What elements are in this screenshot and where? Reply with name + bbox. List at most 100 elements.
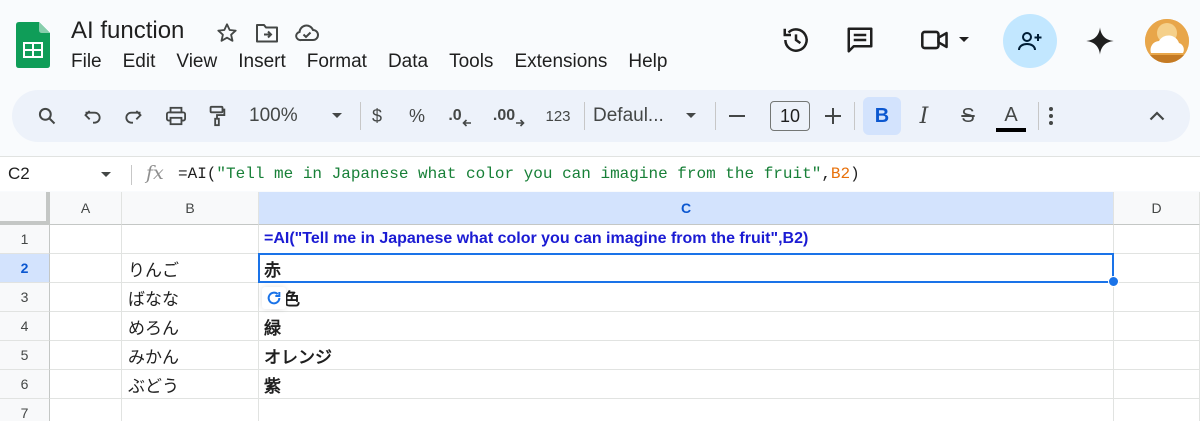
search-menus-icon[interactable] xyxy=(32,90,62,142)
cell-c7[interactable] xyxy=(259,399,1114,421)
menu-tools[interactable]: Tools xyxy=(449,51,493,73)
cell-a6[interactable] xyxy=(50,370,122,399)
increase-decimal-button[interactable]: .00 xyxy=(490,90,528,142)
formula-bar-divider xyxy=(131,165,132,185)
spreadsheet-grid: A B C D 1 2 3 4 5 6 7 =AI("Tell me in Ja… xyxy=(0,192,1200,421)
row-header-1[interactable]: 1 xyxy=(0,225,50,254)
decrease-decimal-button[interactable]: .0 xyxy=(444,90,476,142)
menu-data[interactable]: Data xyxy=(388,51,428,73)
chevron-down-icon[interactable] xyxy=(100,171,112,179)
cell-d4[interactable] xyxy=(1114,312,1200,341)
cell-a4[interactable] xyxy=(50,312,122,341)
currency-format-button[interactable]: $ xyxy=(365,90,389,142)
toolbar-divider xyxy=(584,102,585,130)
chevron-down-icon xyxy=(686,113,696,118)
cell-c6[interactable]: 紫 xyxy=(259,370,1114,399)
menu-help[interactable]: Help xyxy=(628,51,667,73)
formula-input[interactable]: =AI("Tell me in Japanese what color you … xyxy=(178,165,860,183)
decrease-font-size-icon[interactable] xyxy=(726,90,748,142)
font-family-select[interactable]: Defaul... xyxy=(593,90,697,142)
star-icon[interactable] xyxy=(214,20,240,46)
cell-b2[interactable]: りんご xyxy=(122,254,259,283)
menu-view[interactable]: View xyxy=(176,51,217,73)
menu-extensions[interactable]: Extensions xyxy=(514,51,607,73)
cell-c3[interactable]: 色 xyxy=(259,283,1114,312)
cell-c5[interactable]: オレンジ xyxy=(259,341,1114,370)
meet-button[interactable] xyxy=(916,24,974,56)
column-header-c[interactable]: C xyxy=(259,192,1114,225)
bold-button[interactable]: B xyxy=(863,97,901,135)
redo-icon[interactable] xyxy=(119,90,147,142)
fill-handle[interactable] xyxy=(1108,276,1119,287)
cell-b5[interactable]: みかん xyxy=(122,341,259,370)
cell-c2[interactable]: 赤 xyxy=(259,254,1114,283)
cell-d1[interactable] xyxy=(1114,225,1200,254)
cell-a2[interactable] xyxy=(50,254,122,283)
arrow-left-icon xyxy=(462,119,471,127)
share-button[interactable] xyxy=(1003,14,1057,68)
collapse-toolbar-icon[interactable] xyxy=(1142,90,1172,142)
menu-format[interactable]: Format xyxy=(307,51,367,73)
user-avatar[interactable] xyxy=(1145,19,1189,63)
menu-file[interactable]: File xyxy=(71,51,102,73)
toolbar-divider xyxy=(715,102,716,130)
menu-insert[interactable]: Insert xyxy=(238,51,286,73)
column-header-d[interactable]: D xyxy=(1114,192,1200,225)
comments-icon[interactable] xyxy=(844,24,876,56)
formula-string: "Tell me in Japanese what color you can … xyxy=(216,165,822,183)
cell-d3[interactable] xyxy=(1114,283,1200,312)
version-history-icon[interactable] xyxy=(780,24,812,56)
cell-b6[interactable]: ぶどう xyxy=(122,370,259,399)
name-box[interactable]: C2 xyxy=(8,164,30,184)
cell-c4[interactable]: 緑 xyxy=(259,312,1114,341)
text-color-button[interactable]: A xyxy=(994,90,1028,142)
cell-c1[interactable]: =AI("Tell me in Japanese what color you … xyxy=(259,225,1114,254)
column-header-a[interactable]: A xyxy=(50,192,122,225)
cell-a3[interactable] xyxy=(50,283,122,312)
print-icon[interactable] xyxy=(161,90,191,142)
cell-d6[interactable] xyxy=(1114,370,1200,399)
sheets-logo-icon[interactable] xyxy=(16,22,50,68)
column-header-b[interactable]: B xyxy=(122,192,259,225)
text-color-swatch xyxy=(996,127,1026,132)
row-header-3[interactable]: 3 xyxy=(0,283,50,312)
font-size-input[interactable]: 10 xyxy=(770,101,810,131)
gemini-icon[interactable] xyxy=(1084,25,1116,57)
cell-d2[interactable] xyxy=(1114,254,1200,283)
refresh-icon[interactable] xyxy=(262,287,286,309)
more-options-icon[interactable] xyxy=(1040,90,1062,142)
move-folder-icon[interactable] xyxy=(254,20,280,46)
percent-format-button[interactable]: % xyxy=(405,90,429,142)
zoom-select[interactable]: 100% xyxy=(249,90,343,142)
cell-b3[interactable]: ばなな xyxy=(122,283,259,312)
row-header-5[interactable]: 5 xyxy=(0,341,50,370)
number-format-button[interactable]: 123 xyxy=(540,90,576,142)
cell-a7[interactable] xyxy=(50,399,122,421)
document-title[interactable]: AI function xyxy=(71,17,184,45)
paint-format-icon[interactable] xyxy=(203,90,231,142)
cloud-saved-icon[interactable] xyxy=(294,20,320,46)
cell-d5[interactable] xyxy=(1114,341,1200,370)
strikethrough-button[interactable]: S xyxy=(952,90,984,142)
increase-font-size-icon[interactable] xyxy=(822,90,844,142)
increase-decimal-label: .00 xyxy=(492,107,516,124)
toolbar-divider xyxy=(360,102,361,130)
italic-button[interactable]: I xyxy=(908,90,940,142)
text-color-label: A xyxy=(1004,103,1018,126)
menu-edit[interactable]: Edit xyxy=(123,51,156,73)
cell-b4[interactable]: めろん xyxy=(122,312,259,341)
fx-icon: fx xyxy=(146,162,164,184)
cell-a5[interactable] xyxy=(50,341,122,370)
cell-a1[interactable] xyxy=(50,225,122,254)
formula-comma: , xyxy=(821,165,831,183)
cell-d7[interactable] xyxy=(1114,399,1200,421)
row-header-6[interactable]: 6 xyxy=(0,370,50,399)
undo-icon[interactable] xyxy=(79,90,107,142)
row-header-7[interactable]: 7 xyxy=(0,399,50,421)
formula-reference: B2 xyxy=(830,165,851,183)
cell-b7[interactable] xyxy=(122,399,259,421)
row-header-4[interactable]: 4 xyxy=(0,312,50,341)
row-header-2[interactable]: 2 xyxy=(0,254,50,283)
cell-b1[interactable] xyxy=(122,225,259,254)
select-all-corner[interactable] xyxy=(0,192,50,225)
